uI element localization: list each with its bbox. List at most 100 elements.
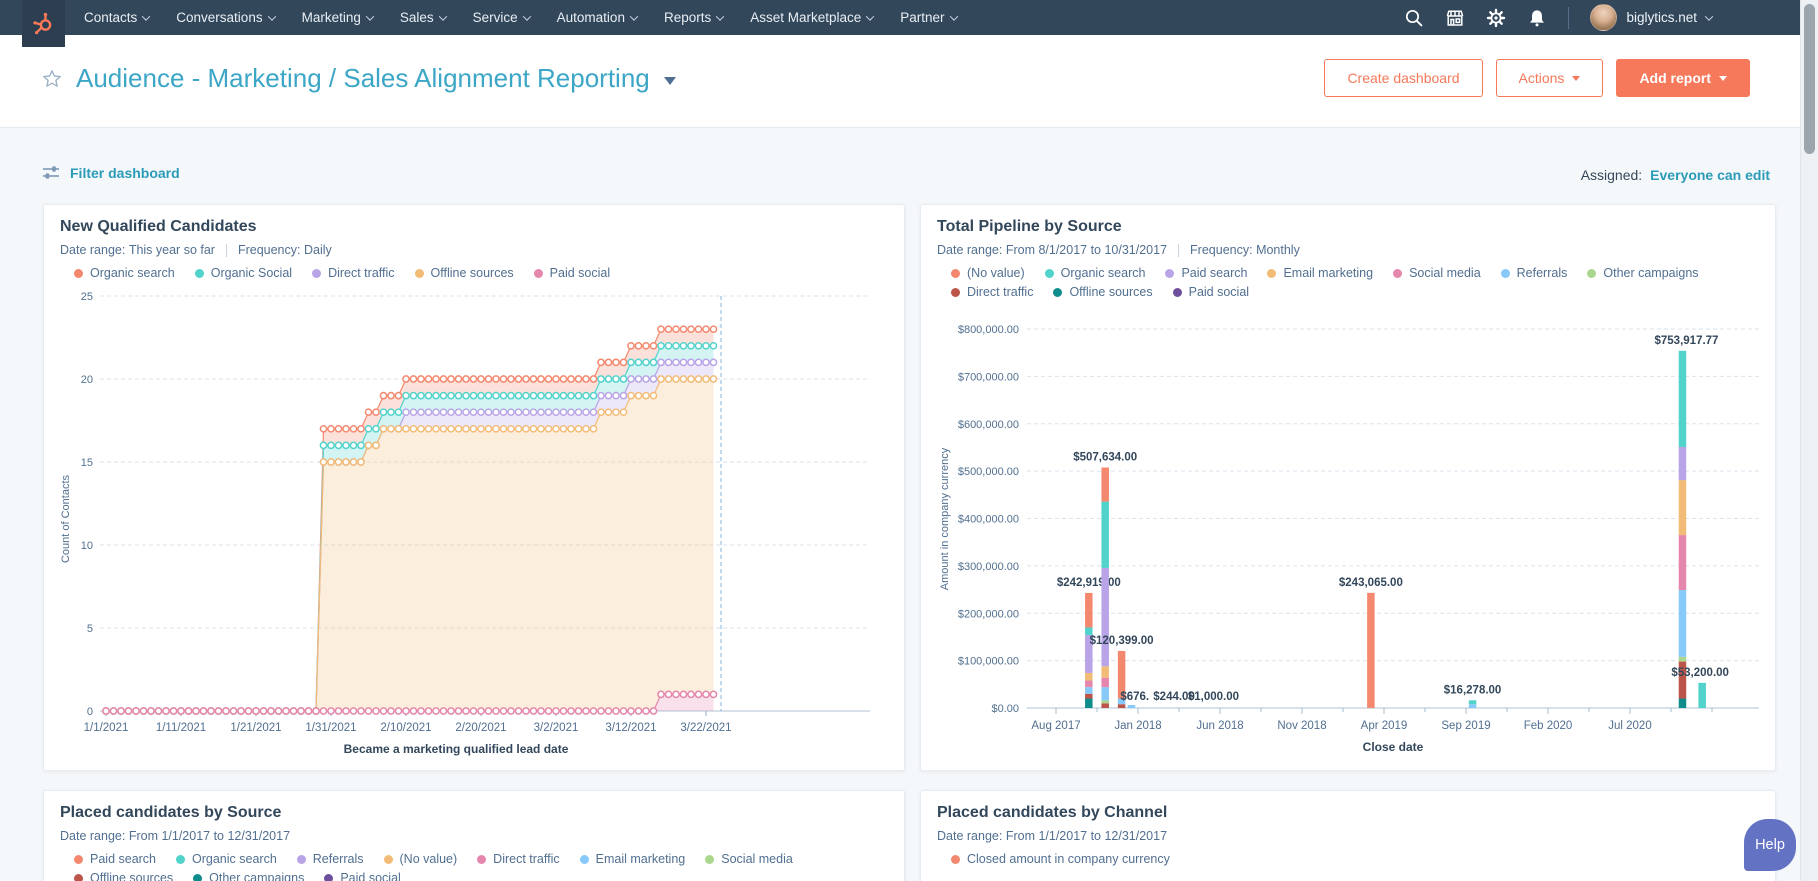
legend-item-other-campaigns[interactable]: Other campaigns bbox=[1587, 266, 1698, 280]
legend-label: Organic search bbox=[1061, 266, 1146, 280]
chart-legend: Closed amount in company currency bbox=[937, 852, 1747, 866]
nav-item-marketing[interactable]: Marketing bbox=[302, 10, 373, 25]
page-header: Audience - Marketing / Sales Alignment R… bbox=[0, 35, 1800, 128]
marketplace-icon[interactable] bbox=[1445, 8, 1465, 28]
legend-item-offline-sources[interactable]: Offline sources bbox=[415, 266, 514, 280]
bar-segment-referrals bbox=[1679, 590, 1687, 657]
hubspot-logo[interactable] bbox=[22, 0, 65, 47]
legend-item-organic-search[interactable]: Organic search bbox=[176, 852, 277, 866]
legend-item-social-media[interactable]: Social media bbox=[1393, 266, 1481, 280]
account-menu[interactable]: biglytics.net bbox=[1590, 4, 1712, 31]
add-report-button[interactable]: Add report bbox=[1616, 59, 1750, 97]
nav-item-reports[interactable]: Reports bbox=[664, 10, 723, 25]
user-avatar[interactable] bbox=[1590, 4, 1617, 31]
legend-label: Organic search bbox=[192, 852, 277, 866]
chevron-down-icon bbox=[630, 12, 638, 20]
create-dashboard-button[interactable]: Create dashboard bbox=[1324, 59, 1482, 97]
legend-item-organic-search[interactable]: Organic search bbox=[74, 266, 175, 280]
total-pipeline-by-source-chart[interactable]: $0.00$100,000.00$200,000.00$300,000.00$4… bbox=[933, 301, 1765, 766]
legend-item-organic-search[interactable]: Organic search bbox=[1045, 266, 1146, 280]
help-button[interactable]: Help bbox=[1744, 819, 1796, 871]
area-chart-container: 05101520251/1/20211/11/20211/21/20211/31… bbox=[56, 281, 892, 764]
legend-item-referrals[interactable]: Referrals bbox=[1501, 266, 1568, 280]
bar-243-065-00[interactable]: $243,065.00 bbox=[1339, 577, 1403, 708]
legend-item-organic-social[interactable]: Organic Social bbox=[195, 266, 292, 280]
favorite-star-icon[interactable] bbox=[42, 69, 62, 89]
legend-item-no-value[interactable]: (No value) bbox=[384, 852, 458, 866]
legend-item-direct-traffic[interactable]: Direct traffic bbox=[312, 266, 394, 280]
legend-item-offline-sources[interactable]: Offline sources bbox=[74, 871, 173, 881]
notifications-bell-icon[interactable] bbox=[1527, 8, 1547, 28]
filter-dashboard-link[interactable]: Filter dashboard bbox=[42, 165, 180, 181]
bar-segment-email-marketing bbox=[1679, 480, 1687, 535]
legend-item-paid-social[interactable]: Paid social bbox=[1173, 285, 1249, 299]
nav-item-sales[interactable]: Sales bbox=[400, 10, 446, 25]
legend-item-email-marketing[interactable]: Email marketing bbox=[1267, 266, 1373, 280]
legend-item-social-media[interactable]: Social media bbox=[705, 852, 793, 866]
legend-label: Paid social bbox=[340, 871, 400, 881]
svg-text:10: 10 bbox=[81, 540, 93, 552]
bar-value-label: $243,065.00 bbox=[1339, 577, 1403, 589]
nav-item-partner[interactable]: Partner bbox=[900, 10, 956, 25]
legend-item-no-value[interactable]: (No value) bbox=[951, 266, 1025, 280]
legend-item-referrals[interactable]: Referrals bbox=[297, 852, 364, 866]
search-icon[interactable] bbox=[1404, 8, 1424, 28]
chevron-down-icon bbox=[267, 12, 275, 20]
legend-dot bbox=[1045, 269, 1054, 278]
legend-item-offline-sources[interactable]: Offline sources bbox=[1053, 285, 1152, 299]
report-title[interactable]: New Qualified Candidates bbox=[60, 218, 256, 236]
nav-item-automation[interactable]: Automation bbox=[557, 10, 637, 25]
bar-segment-organic-search bbox=[1679, 351, 1687, 447]
settings-gear-icon[interactable] bbox=[1486, 8, 1506, 28]
bar-value-label: $753,917.77 bbox=[1655, 335, 1719, 347]
scrollbar-thumb[interactable] bbox=[1804, 4, 1815, 154]
bar-16-278-00[interactable]: $16,278.00 bbox=[1444, 684, 1502, 708]
legend-label: Email marketing bbox=[596, 852, 686, 866]
nav-item-conversations[interactable]: Conversations bbox=[176, 10, 274, 25]
legend-label: Paid search bbox=[1181, 266, 1247, 280]
dashboard-title-caret[interactable] bbox=[664, 77, 676, 85]
bar-segment-direct-traffic bbox=[1101, 703, 1109, 708]
svg-text:1/31/2021: 1/31/2021 bbox=[305, 722, 356, 734]
nav-item-contacts[interactable]: Contacts bbox=[84, 10, 149, 25]
nav-item-service[interactable]: Service bbox=[473, 10, 530, 25]
report-title[interactable]: Placed candidates by Source bbox=[60, 804, 281, 822]
y-axis-title: Amount in company currency bbox=[939, 447, 951, 590]
nav-item-asset-marketplace[interactable]: Asset Marketplace bbox=[750, 10, 873, 25]
report-card-total-pipeline-by-source: Total Pipeline by Source Date range: Fro… bbox=[920, 204, 1776, 771]
assigned-value-link[interactable]: Everyone can edit bbox=[1650, 167, 1770, 183]
bar-segment-social-media bbox=[1101, 678, 1109, 687]
bar-753-917-77[interactable]: $753,917.77 bbox=[1655, 335, 1719, 708]
legend-item-paid-social[interactable]: Paid social bbox=[534, 266, 610, 280]
legend-item-other-campaigns[interactable]: Other campaigns bbox=[193, 871, 304, 881]
page-scrollbar[interactable] bbox=[1800, 0, 1818, 881]
chevron-down-icon bbox=[1719, 76, 1727, 81]
legend-item-paid-search[interactable]: Paid search bbox=[74, 852, 156, 866]
chevron-down-icon bbox=[438, 12, 446, 20]
new-qualified-candidates-chart[interactable]: 05101520251/1/20211/11/20211/21/20211/31… bbox=[56, 281, 894, 766]
legend-label: Direct traffic bbox=[967, 285, 1033, 299]
legend-item-paid-search[interactable]: Paid search bbox=[1165, 266, 1247, 280]
legend-item-direct-traffic[interactable]: Direct traffic bbox=[477, 852, 559, 866]
actions-button[interactable]: Actions bbox=[1496, 59, 1604, 97]
nav-item-label: Reports bbox=[664, 10, 711, 25]
report-title[interactable]: Placed candidates by Channel bbox=[937, 804, 1167, 822]
legend-label: Other campaigns bbox=[1603, 266, 1698, 280]
legend-dot bbox=[1165, 269, 1174, 278]
nav-item-label: Automation bbox=[557, 10, 625, 25]
report-title[interactable]: Total Pipeline by Source bbox=[937, 218, 1122, 236]
chart-legend: Organic search Organic Social Direct traff… bbox=[60, 266, 870, 280]
legend-item-email-marketing[interactable]: Email marketing bbox=[580, 852, 686, 866]
legend-label: Paid social bbox=[550, 266, 610, 280]
bar-segment-social-media bbox=[1679, 535, 1687, 590]
legend-item-closed-amount-in-company-currency[interactable]: Closed amount in company currency bbox=[951, 852, 1170, 866]
bar-676[interactable] bbox=[1128, 705, 1136, 708]
chevron-down-icon bbox=[1572, 76, 1580, 81]
dashboard-title[interactable]: Audience - Marketing / Sales Alignment R… bbox=[76, 63, 650, 94]
bar-segment-paid-search bbox=[1101, 568, 1109, 666]
legend-dot bbox=[477, 855, 486, 864]
legend-item-paid-social[interactable]: Paid social bbox=[324, 871, 400, 881]
legend-item-direct-traffic[interactable]: Direct traffic bbox=[951, 285, 1033, 299]
svg-text:$600,000.00: $600,000.00 bbox=[958, 419, 1019, 431]
svg-text:25: 25 bbox=[81, 291, 93, 303]
